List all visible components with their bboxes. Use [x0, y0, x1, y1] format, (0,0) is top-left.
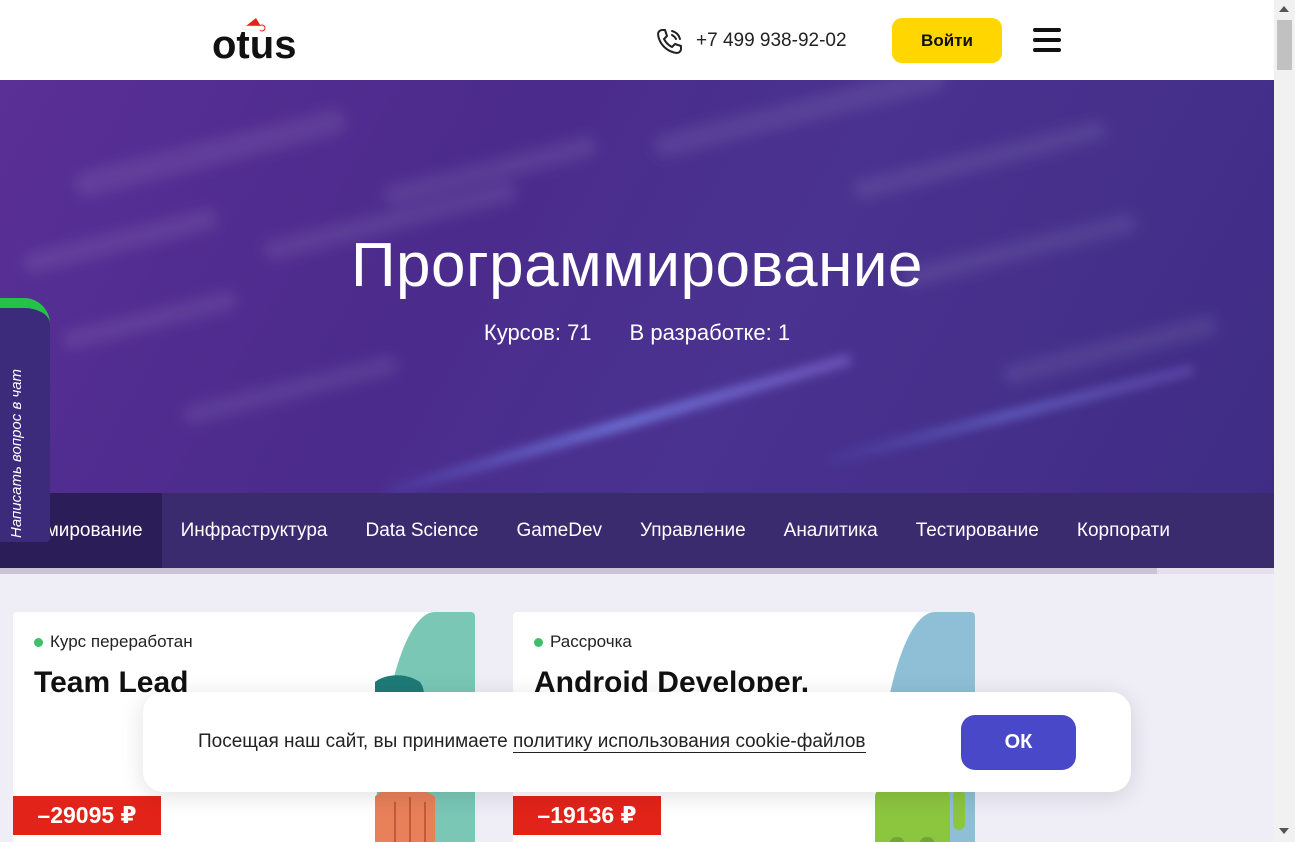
tab-testing[interactable]: Тестирование [897, 493, 1058, 568]
in-development-count: В разработке: 1 [629, 320, 791, 345]
course-tag: Курс переработан [34, 632, 193, 652]
phone-number: +7 499 938-92-02 [696, 30, 847, 51]
discount-badge: –29095 ₽ [13, 796, 161, 835]
category-tabs: ограммирование Инфраструктура Data Scien… [0, 493, 1274, 568]
cookie-banner: Посещая наш сайт, вы принимаете политику… [143, 692, 1131, 792]
discount-badge: –19136 ₽ [513, 796, 661, 835]
login-button[interactable]: Войти [892, 18, 1002, 63]
tab-analytics[interactable]: Аналитика [765, 493, 897, 568]
tab-data-science[interactable]: Data Science [346, 493, 497, 568]
logo-mark: otus [212, 18, 296, 67]
page-title: Программирование [350, 231, 924, 300]
chat-button-label: Написать вопрос в чат [8, 368, 25, 538]
scroll-up-icon[interactable] [1279, 6, 1289, 12]
phone-icon [657, 29, 682, 54]
cookie-message: Посещая наш сайт, вы принимаете [198, 731, 513, 752]
chat-button[interactable]: Написать вопрос в чат [0, 298, 50, 542]
hero-stats: Курсов: 71 В разработке: 1 [0, 320, 1274, 346]
cookie-policy-link[interactable]: политику использования cookie-файлов [512, 731, 866, 753]
course-tag-label: Курс переработан [50, 632, 193, 651]
scroll-thumb[interactable] [1277, 20, 1292, 70]
site-header: otus +7 499 938-92-02 Войти [0, 0, 1274, 80]
course-tag: Рассрочка [534, 632, 632, 652]
phone-link[interactable]: +7 499 938-92-02 [656, 26, 847, 56]
tag-dot-icon [534, 637, 543, 647]
scroll-down-icon[interactable] [1279, 828, 1289, 834]
menu-icon[interactable] [1033, 28, 1061, 52]
otus-logo[interactable]: otus [212, 18, 318, 67]
cookie-ok-button[interactable]: ОК [961, 715, 1076, 770]
course-tag-label: Рассрочка [550, 632, 632, 651]
tab-gamedev[interactable]: GameDev [497, 493, 621, 568]
tab-infrastructure[interactable]: Инфраструктура [162, 493, 347, 568]
tab-management[interactable]: Управление [621, 493, 765, 568]
hero-banner: Программирование Курсов: 71 В разработке… [0, 80, 1274, 493]
cookie-text: Посещая наш сайт, вы принимаете политику… [198, 731, 866, 753]
tab-corporate[interactable]: Корпорати [1058, 493, 1189, 568]
tag-dot-icon [34, 637, 43, 647]
page-scrollbar[interactable] [1274, 0, 1295, 842]
courses-count: Курсов: 71 [483, 320, 592, 345]
